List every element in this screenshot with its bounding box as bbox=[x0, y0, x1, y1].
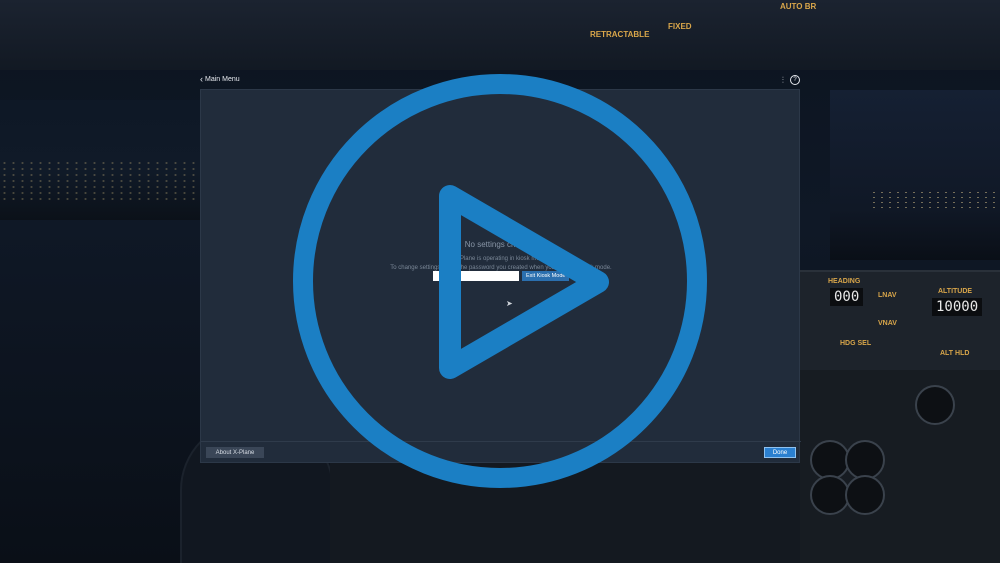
chevron-left-icon: ‹ bbox=[200, 74, 203, 84]
panel-label-retractable: RETRACTABLE bbox=[590, 30, 650, 39]
kiosk-title: No settings changes bbox=[464, 240, 538, 249]
right-window bbox=[830, 90, 1000, 260]
fcu-button-vnav: VNAV bbox=[878, 320, 897, 327]
city-lights-right bbox=[870, 190, 1000, 212]
pedestal bbox=[330, 460, 800, 563]
heading-display: 000 bbox=[830, 288, 864, 306]
heading-label: HEADING bbox=[828, 278, 861, 285]
main-menu-link[interactable]: ‹ Main Menu bbox=[200, 74, 240, 84]
kiosk-message: No settings changes X-Plane is operating… bbox=[201, 240, 801, 273]
gauge bbox=[810, 475, 850, 515]
panel-label-autobrake: AUTO BR bbox=[780, 2, 817, 11]
fcu-button-alt-hld: ALT HLD bbox=[940, 350, 970, 357]
kiosk-password-field[interactable] bbox=[433, 271, 519, 281]
altitude-label: ALTITUDE bbox=[938, 288, 973, 295]
sliders-icon[interactable]: ⫶ bbox=[782, 75, 784, 86]
gauge bbox=[845, 440, 885, 480]
flight-control-unit: HEADING 000 ALTITUDE 10000 LNAV VNAV HDG… bbox=[800, 270, 1000, 372]
gauge bbox=[845, 475, 885, 515]
mouse-cursor-icon: ➤ bbox=[506, 299, 513, 308]
exit-kiosk-mode-button[interactable]: Exit Kiosk Mode bbox=[522, 271, 570, 281]
altitude-display: 10000 bbox=[932, 298, 983, 316]
panel-label-fixed: FIXED bbox=[668, 22, 692, 31]
fcu-button-hdg-sel: HDG SEL bbox=[840, 340, 872, 347]
settings-dialog: No settings changes X-Plane is operating… bbox=[200, 89, 801, 463]
help-icon[interactable]: ? bbox=[790, 75, 800, 85]
about-xplane-button[interactable]: About X-Plane bbox=[206, 447, 264, 458]
top-right-icons: ⫶ ? bbox=[782, 75, 800, 86]
top-bar: ‹ Main Menu ⫶ ? bbox=[200, 74, 800, 89]
fcu-button-lnav: LNAV bbox=[878, 292, 897, 299]
gauge bbox=[915, 385, 955, 425]
main-menu-label: Main Menu bbox=[205, 76, 240, 83]
kiosk-password-row: Exit Kiosk Mode bbox=[433, 271, 570, 281]
city-lights-left bbox=[0, 160, 200, 200]
dialog-footer: About X-Plane Done bbox=[201, 441, 801, 462]
lower-instrument-panel bbox=[800, 370, 1000, 563]
kiosk-description: X-Plane is operating in kiosk mode. bbox=[453, 256, 549, 262]
overhead-panel: RETRACTABLE FIXED AUTO BR bbox=[0, 0, 1000, 70]
gauge bbox=[810, 440, 850, 480]
done-button[interactable]: Done bbox=[764, 447, 796, 458]
